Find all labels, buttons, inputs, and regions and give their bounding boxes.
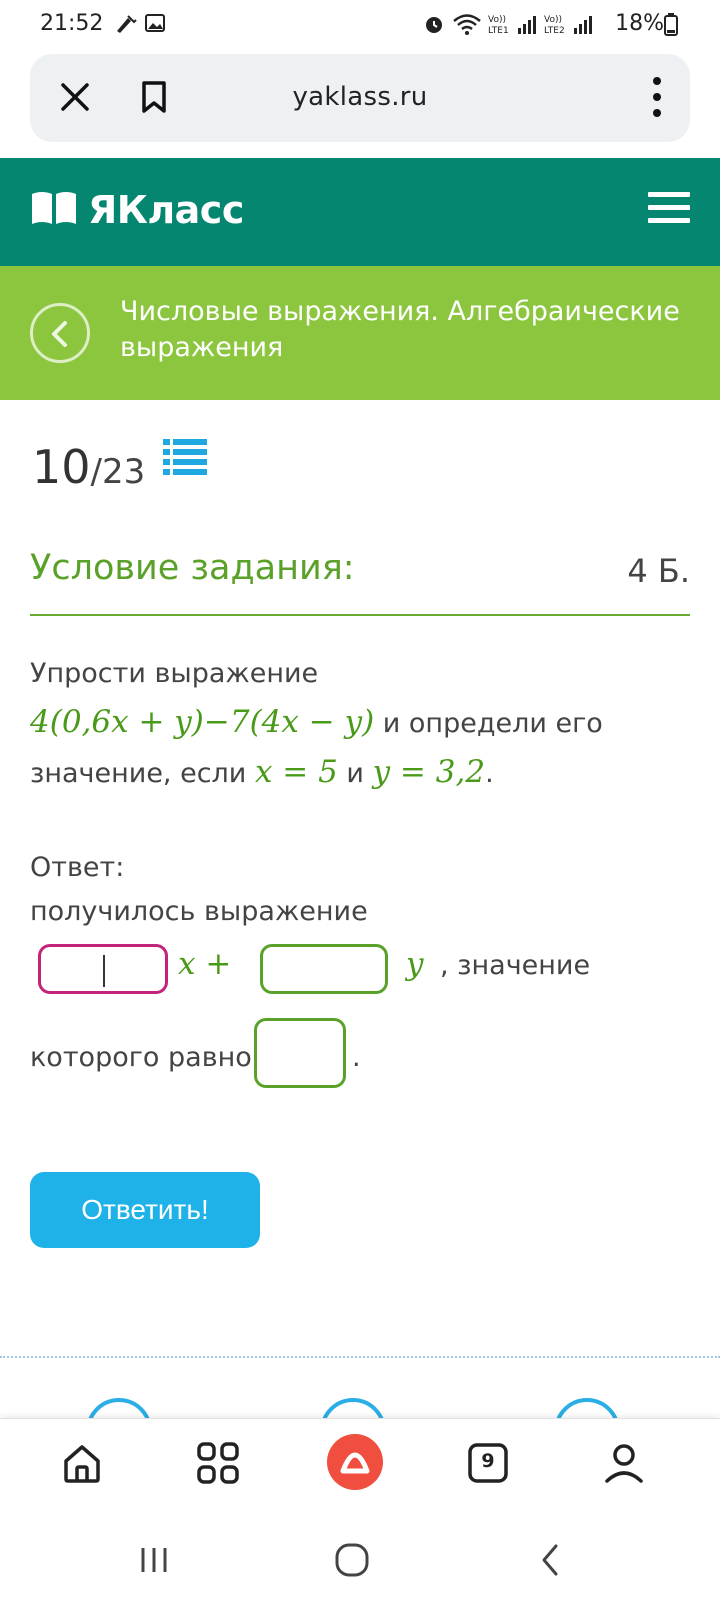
equals-text: которого равно [30,1042,252,1073]
home-icon[interactable] [60,1441,104,1489]
system-nav-bar [0,1528,720,1600]
signal-lte2-icon: Vo)) LTE2 [544,12,594,40]
answer-end-dot: . [352,1042,361,1073]
site-header: ЯКласс [0,158,720,266]
task-expression: 4(0,6x + y)−7(4x − y) [30,704,375,740]
answer-label: Ответ: [30,852,125,883]
task-text: Упрости выражение 4(0,6x + y)−7(4x − y) … [30,650,690,798]
task-prompt: Упрости выражение [30,658,319,689]
condition-heading: Условие задания: [30,548,355,588]
chevron-left-icon [52,321,67,347]
logo-text: ЯКласс [88,188,244,232]
value-word: , значение [440,950,591,981]
svg-text:Vo)): Vo)) [544,15,562,25]
value-input[interactable] [254,1018,346,1088]
text-caret [103,955,105,987]
x-coefficient-input[interactable] [38,944,168,994]
answer-row-value: которого равно . [30,1018,690,1090]
back-button[interactable] [30,303,90,363]
answer-line1: получилось выражение [30,896,368,927]
alarm-icon [422,12,446,40]
book-icon [30,190,78,230]
y-term: y [406,946,424,982]
logo[interactable]: ЯКласс [30,188,244,232]
total-tasks: /23 [90,452,146,492]
browser-bottom-nav: 9 [0,1418,720,1528]
status-time: 21:52 [40,11,104,36]
x-condition: x = 5 [254,754,338,790]
status-bar: 21:52 Vo)) LTE1 Vo)) LTE2 18% [0,0,720,50]
y-coefficient-input[interactable] [260,944,388,994]
back-icon[interactable] [536,1542,564,1582]
task-points: 4 Б. [627,552,690,590]
recents-icon[interactable] [138,1544,170,1580]
apps-icon[interactable] [196,1441,240,1489]
y-condition: y = 3,2 [372,754,486,790]
submit-button[interactable]: Ответить! [30,1172,260,1248]
battery-icon [664,12,678,40]
hamburger-icon[interactable] [648,192,690,228]
svg-text:LTE2: LTE2 [544,26,565,36]
battery-percent: 18% [615,11,664,36]
home-circle-icon[interactable] [334,1542,370,1582]
svg-text:Vo)): Vo)) [488,15,506,25]
topic-title[interactable]: Числовые выражения. Алгебраические выраж… [120,294,690,366]
more-vert-icon[interactable] [652,76,662,122]
answer-section: Ответ: получилось выражение [30,846,690,934]
and-word: и [337,758,373,789]
task-end-dot: . [485,758,494,789]
answer-row-expression: x + y , значение [38,944,698,996]
svg-text:LTE1: LTE1 [488,26,509,36]
signal-lte1-icon: Vo)) LTE1 [488,12,538,40]
tools-icon [114,12,138,40]
wifi-icon [452,12,482,40]
url-text[interactable]: yaklass.ru [30,82,690,112]
profile-icon[interactable] [602,1441,646,1489]
tabs-count: 9 [481,1450,495,1472]
browser-url-bar: yaklass.ru [30,54,690,142]
x-term: x + [178,946,232,982]
task-counter: 10 /23 [32,437,208,494]
gallery-icon [144,12,166,38]
current-task-number: 10 [32,440,91,494]
task-condition-header: Условие задания: 4 Б. [30,548,690,616]
list-icon[interactable] [163,437,208,481]
alice-icon[interactable] [326,1433,384,1495]
topic-bar: Числовые выражения. Алгебраические выраж… [0,266,720,400]
divider [0,1356,720,1358]
